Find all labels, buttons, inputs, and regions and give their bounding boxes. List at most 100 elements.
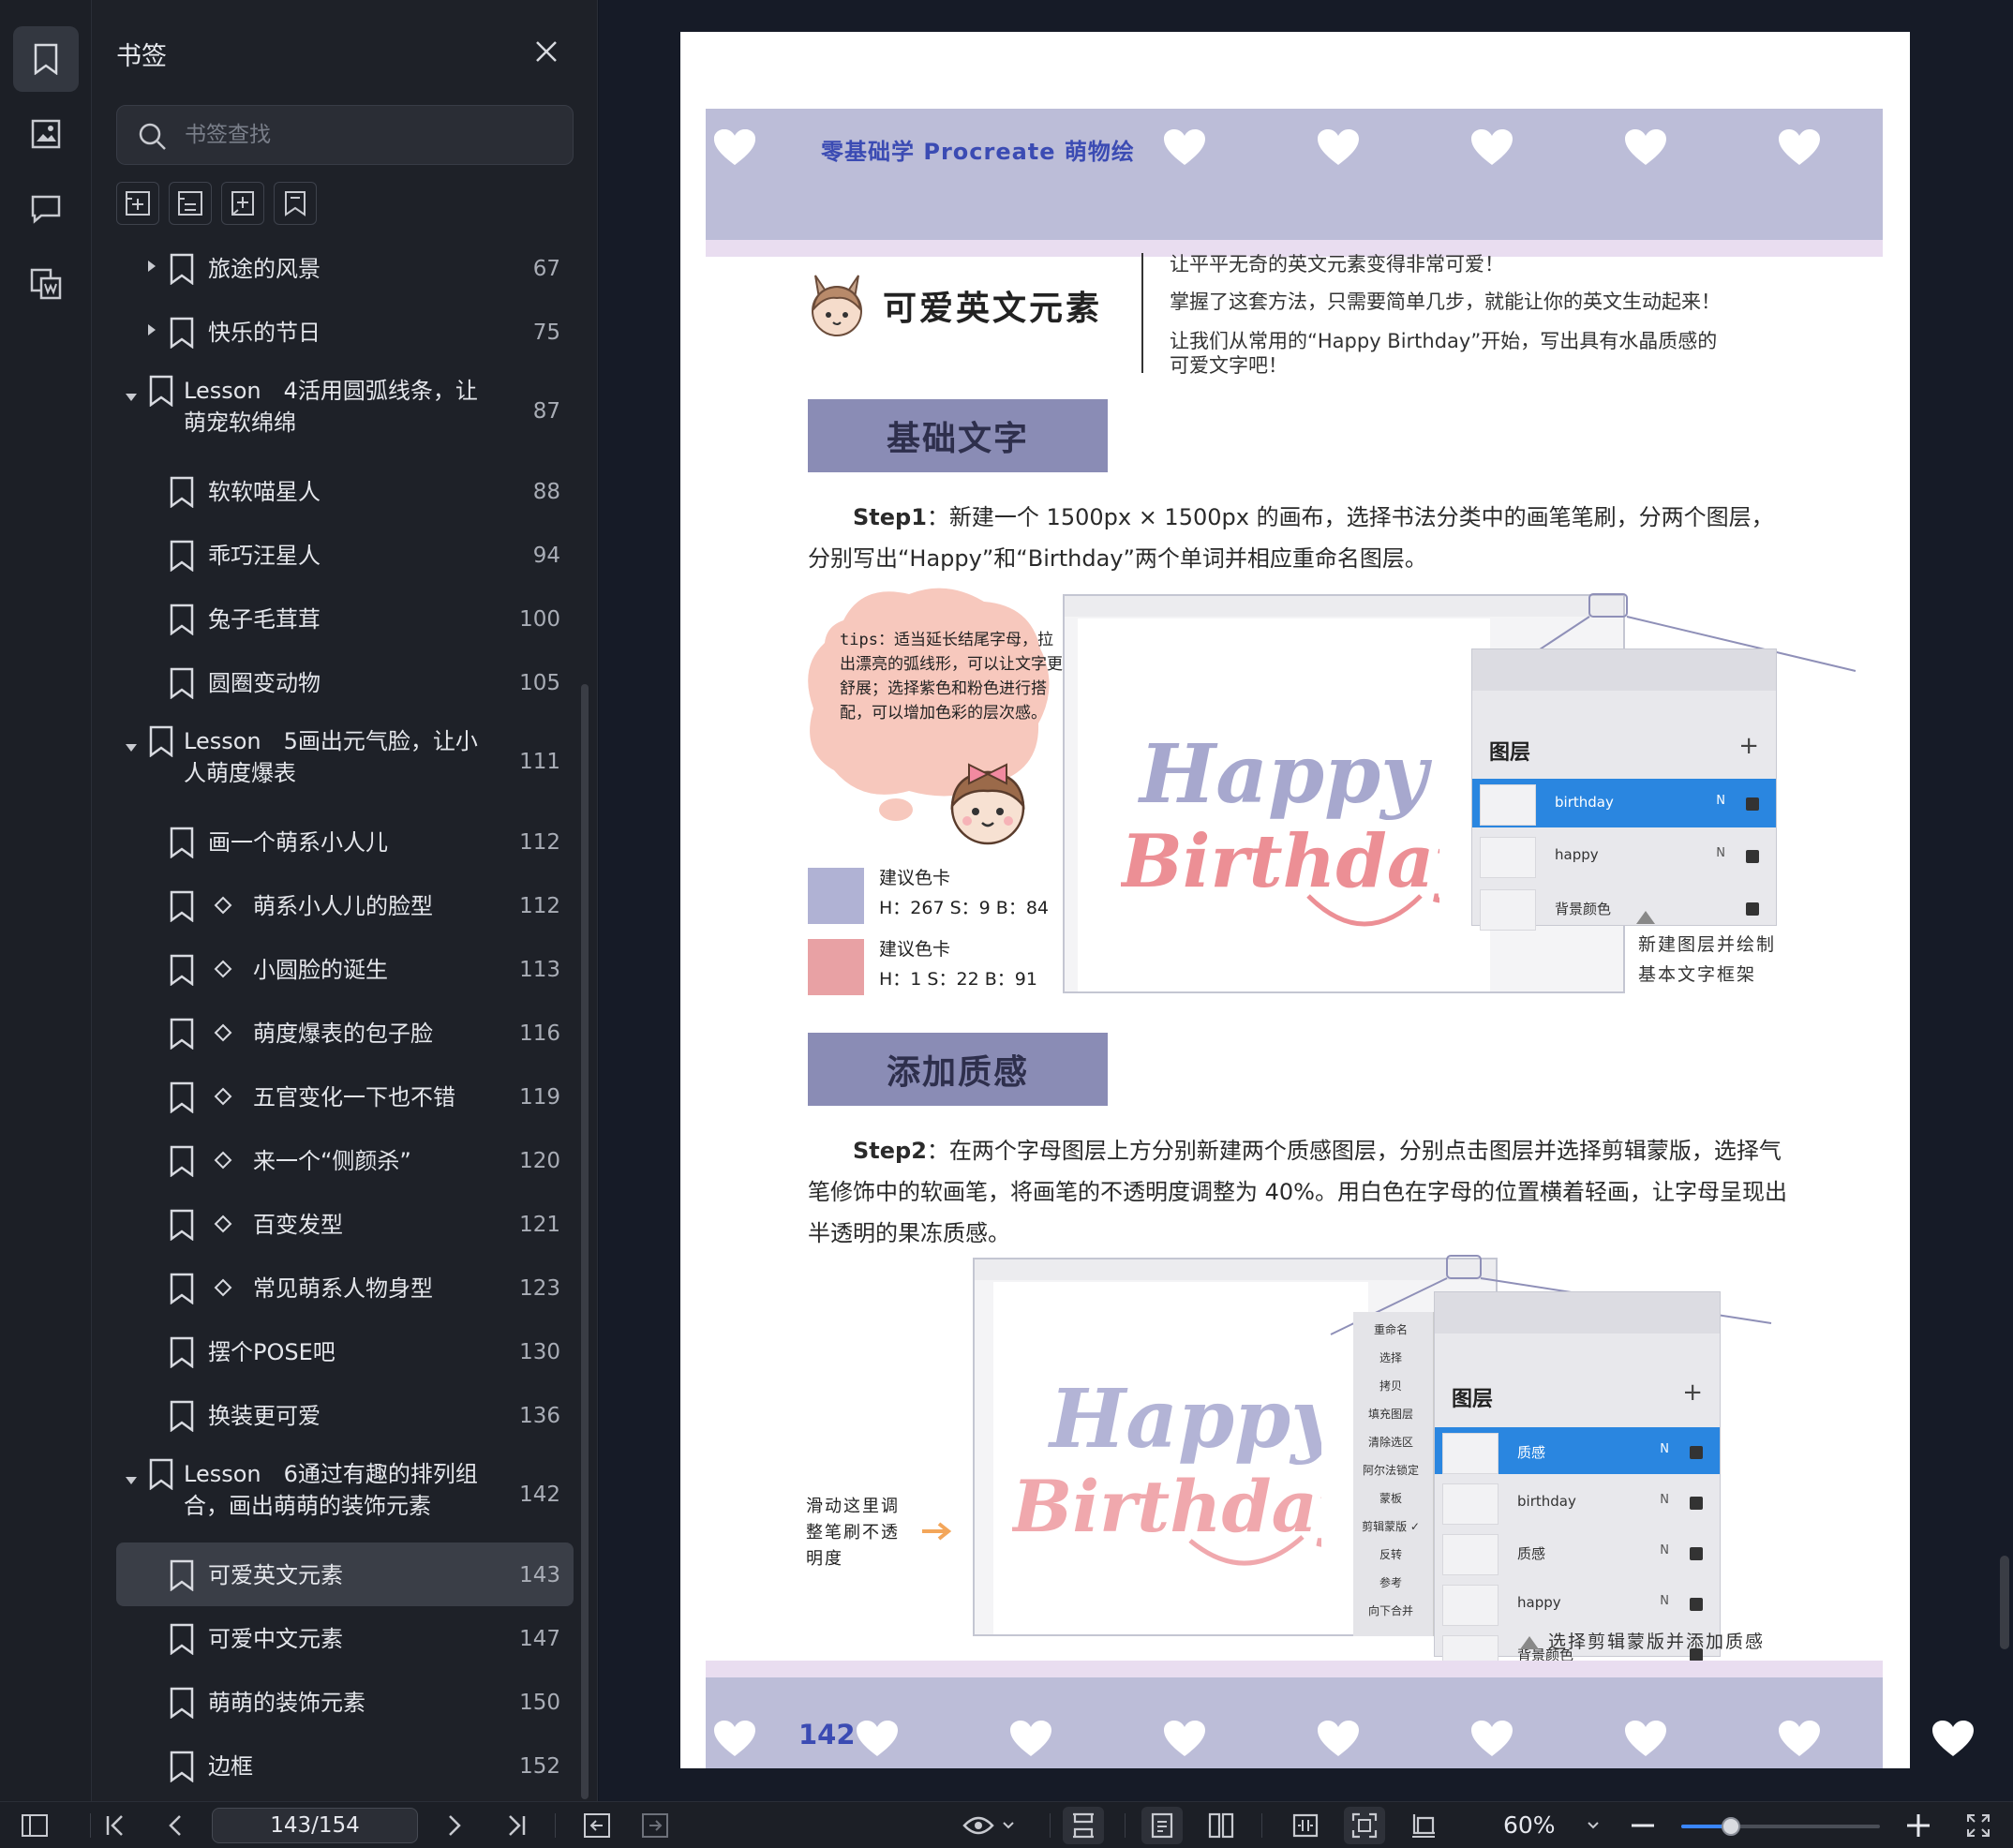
bookmark-item[interactable]: 五官变化一下也不错 119 xyxy=(116,1065,574,1128)
comment-panel-button[interactable] xyxy=(13,176,79,242)
last-page-button[interactable] xyxy=(500,1811,532,1840)
zoom-in-button[interactable] xyxy=(1902,1811,1934,1840)
document-scrollbar[interactable] xyxy=(2000,1556,2009,1649)
layer-row[interactable]: birthday N xyxy=(1435,1478,1720,1525)
bookmark-options-button[interactable] xyxy=(274,182,317,225)
step2-text: ：在两个字母图层上方分别新建两个质感图层，分别点击图层并选择剪辑蒙版，选择气笔修… xyxy=(808,1138,1787,1246)
continuous-scroll-button[interactable] xyxy=(1063,1807,1104,1844)
zoom-out-button[interactable] xyxy=(1627,1811,1659,1840)
fullscreen-button[interactable] xyxy=(1962,1811,1994,1840)
layer-row[interactable]: 质感 N xyxy=(1435,1528,1720,1575)
caret-down-icon[interactable] xyxy=(124,1473,139,1488)
context-menu-item[interactable]: 向下合并 xyxy=(1353,1602,1428,1618)
bookmark-item[interactable]: 来一个“侧颜杀” 120 xyxy=(116,1128,574,1192)
bookmark-item[interactable]: 换装更可爱 136 xyxy=(116,1383,574,1447)
layer-visibility-checkbox[interactable] xyxy=(1746,797,1759,811)
first-page-button[interactable] xyxy=(99,1811,131,1840)
caret-down-icon[interactable] xyxy=(124,390,139,405)
art2-word-birthday: Birthday xyxy=(1012,1465,1321,1548)
zoom-slider[interactable] xyxy=(1681,1817,1880,1836)
context-menu-item[interactable]: 参考 xyxy=(1353,1574,1428,1590)
layer-row[interactable]: 背景颜色 xyxy=(1472,884,1776,932)
context-menu-item[interactable]: 重命名 xyxy=(1353,1321,1428,1337)
context-menu-item[interactable]: 选择 xyxy=(1353,1349,1428,1365)
bookmark-item[interactable]: 乖巧汪星人 94 xyxy=(116,523,574,587)
bookmark-item[interactable]: 软软喵星人 88 xyxy=(116,459,574,523)
bookmark-label: Lesson 5画出元气脸，让小人萌度爆表 xyxy=(184,728,478,786)
extract-panel-button[interactable] xyxy=(13,251,79,317)
fit-width-button[interactable] xyxy=(1290,1811,1321,1840)
swatch2-title: 建议色卡 xyxy=(879,939,951,960)
forward-button[interactable] xyxy=(639,1811,671,1840)
bookmark-panel-button[interactable] xyxy=(13,26,79,92)
next-page-button[interactable] xyxy=(439,1811,470,1840)
back-button[interactable] xyxy=(581,1811,613,1840)
bookmark-item[interactable]: 小圆脸的诞生 113 xyxy=(116,937,574,1001)
caret-right-icon[interactable] xyxy=(144,322,159,337)
bookmark-item[interactable]: 兔子毛茸茸 100 xyxy=(116,587,574,650)
bookmark-item[interactable]: 萌系小人儿的脸型 112 xyxy=(116,873,574,937)
zoom-dropdown[interactable] xyxy=(1584,1811,1603,1840)
bookmark-item[interactable]: 圆圈变动物 105 xyxy=(116,650,574,714)
prev-page-button[interactable] xyxy=(159,1811,191,1840)
fit-page-button[interactable] xyxy=(1344,1807,1385,1844)
bookmark-item[interactable]: 边框 152 xyxy=(116,1734,574,1797)
caret-down-icon[interactable] xyxy=(124,740,139,755)
view-mode-button[interactable] xyxy=(960,1811,1018,1840)
bookmark-icon xyxy=(169,476,195,509)
expand-all-button[interactable] xyxy=(116,182,159,225)
actual-size-button[interactable] xyxy=(1408,1811,1439,1840)
thumbnail-panel-button[interactable] xyxy=(13,101,79,167)
bookmark-item[interactable]: 摆个POSE吧 130 xyxy=(116,1319,574,1383)
layer-row[interactable]: birthday N xyxy=(1472,779,1776,827)
layer-row[interactable]: happy N xyxy=(1435,1579,1720,1626)
bookmark-item[interactable]: Lesson 4活用圆弧线条，让萌宠软绵绵 87 xyxy=(116,364,574,459)
section-heading-texture: 添加质感 xyxy=(808,1033,1108,1106)
context-menu-item[interactable]: 蒙板 xyxy=(1353,1490,1428,1506)
single-page-button[interactable] xyxy=(1141,1807,1183,1844)
caret-right-icon[interactable] xyxy=(144,259,159,274)
layer-visibility-checkbox[interactable] xyxy=(1690,1497,1703,1510)
bookmark-item[interactable]: 可爱英文元素 143 xyxy=(116,1542,574,1606)
context-menu-item[interactable]: 拷贝 xyxy=(1353,1378,1428,1393)
toggle-sidebar-button[interactable] xyxy=(19,1811,51,1840)
bookmark-item[interactable]: 旅途的风景 67 xyxy=(116,236,574,300)
layer-visibility-checkbox[interactable] xyxy=(1746,850,1759,863)
layer-visibility-checkbox[interactable] xyxy=(1690,1446,1703,1459)
collapse-all-button[interactable] xyxy=(169,182,212,225)
bookmark-list: 旅途的风景 67 快乐的节日 75 Lesson 4活用圆弧线条，让萌宠软绵绵 87 软软喵… xyxy=(92,236,598,1797)
bookmark-search-input[interactable] xyxy=(185,106,559,164)
context-menu-item[interactable]: 清除选区 xyxy=(1353,1434,1428,1450)
layer-visibility-checkbox[interactable] xyxy=(1746,902,1759,916)
bookmark-page-number: 150 xyxy=(519,1691,560,1715)
bookmark-item[interactable]: 画一个萌系小人儿 112 xyxy=(116,810,574,873)
separator xyxy=(90,1813,91,1838)
bookmark-item[interactable]: 可爱中文元素 147 xyxy=(116,1606,574,1670)
bookmark-item[interactable]: 快乐的节日 75 xyxy=(116,300,574,364)
context-menu-item[interactable]: 阿尔法锁定 xyxy=(1353,1462,1428,1478)
double-page-button[interactable] xyxy=(1205,1811,1237,1840)
bookmark-item[interactable]: Lesson 6通过有趣的排列组合，画出萌萌的装饰元素 142 xyxy=(116,1447,574,1542)
bookmark-item[interactable]: 萌度爆表的包子脸 116 xyxy=(116,1001,574,1065)
zoom-level[interactable]: 60% xyxy=(1503,1811,1556,1839)
chevron-right-icon xyxy=(449,1815,461,1836)
zoom-slider-handle[interactable] xyxy=(1722,1817,1740,1836)
layer-visibility-checkbox[interactable] xyxy=(1690,1547,1703,1560)
bookmark-item[interactable]: Lesson 5画出元气脸，让小人萌度爆表 111 xyxy=(116,714,574,810)
bookmark-scrollbar[interactable] xyxy=(581,684,589,1799)
context-menu-item[interactable]: 反转 xyxy=(1353,1546,1428,1562)
bookmark-item[interactable]: 百变发型 121 xyxy=(116,1192,574,1256)
layer-row[interactable]: happy N xyxy=(1472,831,1776,880)
bookmark-item[interactable]: 萌萌的装饰元素 150 xyxy=(116,1670,574,1734)
layer-visibility-checkbox[interactable] xyxy=(1690,1598,1703,1611)
bookmark-page-number: 119 xyxy=(519,1085,560,1110)
layer-name: 质感 xyxy=(1517,1444,1546,1461)
layer-row[interactable]: 质感 N xyxy=(1435,1427,1720,1474)
close-panel-button[interactable] xyxy=(532,37,560,66)
context-menu-item[interactable]: 剪辑蒙版 ✓ xyxy=(1353,1518,1428,1534)
swatch2-value: H：1 S：22 B：91 xyxy=(879,969,1037,990)
page-number-input[interactable] xyxy=(212,1808,418,1843)
context-menu-item[interactable]: 填充图层 xyxy=(1353,1406,1428,1422)
add-bookmark-button[interactable] xyxy=(221,182,264,225)
bookmark-item[interactable]: 常见萌系人物身型 123 xyxy=(116,1256,574,1319)
